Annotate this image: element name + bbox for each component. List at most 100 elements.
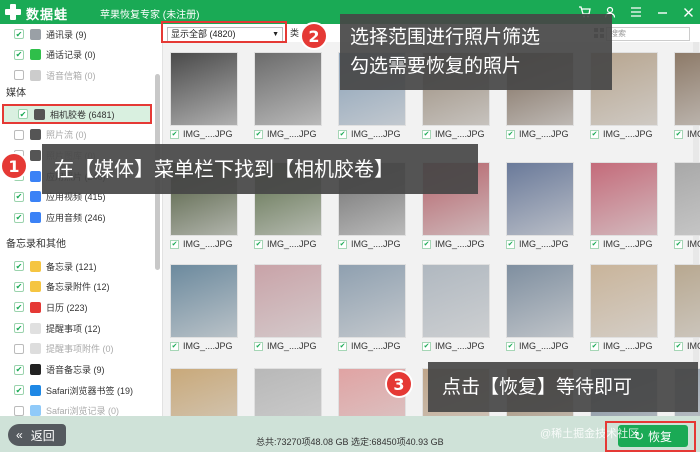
photo-thumbnail[interactable]: [506, 264, 574, 338]
photo-item[interactable]: ✔ IMG_....JPG: [674, 264, 700, 354]
sidebar-item[interactable]: ✔ 通讯录 (9): [0, 24, 155, 44]
photo-thumbnail[interactable]: [590, 162, 658, 236]
photo-item[interactable]: ✔ IMG_....JPG: [422, 264, 494, 354]
photo-thumbnail[interactable]: [674, 264, 700, 338]
sidebar-item-label: 通话记录 (0): [46, 50, 96, 61]
photo-thumbnail[interactable]: [338, 264, 406, 338]
sidebar-item[interactable]: ✔ Safari浏览器书签 (19): [0, 380, 155, 400]
photo-checkbox[interactable]: ✔: [674, 129, 683, 139]
sidebar-item[interactable]: ✔ 通话记录 (0): [0, 45, 155, 65]
photo-filename: IMG_....JPG: [603, 129, 653, 139]
photo-item[interactable]: ✔ IMG_....JPG: [590, 264, 662, 354]
sidebar-item-checkbox[interactable]: ✔: [14, 191, 24, 202]
sidebar-item-checkbox[interactable]: ✔: [14, 212, 24, 223]
photo-item[interactable]: ✔ IMG_....JPG: [590, 162, 662, 252]
sidebar-item-checkbox[interactable]: ✔: [14, 302, 24, 313]
photo-checkbox[interactable]: ✔: [674, 239, 683, 249]
photo-checkbox[interactable]: ✔: [422, 239, 431, 249]
photo-filename: IMG_....JPG: [183, 239, 233, 249]
sidebar-item[interactable]: 语音信箱 (0): [0, 65, 155, 85]
sidebar-item-checkbox[interactable]: [14, 405, 24, 416]
close-icon[interactable]: [680, 4, 696, 20]
sidebar-item[interactable]: 照片流 (0): [0, 125, 155, 145]
photo-filename: IMG_....JPG: [351, 341, 401, 351]
back-button[interactable]: « 返回: [8, 424, 66, 446]
photo-checkbox[interactable]: ✔: [338, 239, 347, 249]
sidebar-item-checkbox[interactable]: ✔: [18, 109, 28, 119]
photo-caption: ✔ IMG_....JPG: [170, 126, 242, 142]
photo-item[interactable]: [254, 368, 326, 416]
photo-thumbnail[interactable]: [254, 264, 322, 338]
photo-item[interactable]: ✔ IMG_....JPG: [506, 264, 578, 354]
photo-filename: IMG_....JPG: [267, 341, 317, 351]
photo-checkbox[interactable]: ✔: [422, 341, 431, 351]
photo-checkbox[interactable]: ✔: [422, 129, 431, 139]
sidebar-item-checkbox[interactable]: ✔: [14, 323, 24, 334]
photo-item[interactable]: ✔ IMG_....JPG: [170, 52, 242, 142]
photo-thumbnail[interactable]: [170, 264, 238, 338]
sidebar-item[interactable]: ✔ 备忘录附件 (12): [0, 277, 155, 297]
photo-checkbox[interactable]: ✔: [170, 341, 179, 351]
photo-item[interactable]: ✔ IMG_....JPG: [254, 52, 326, 142]
photo-item[interactable]: ✔ IMG_....JPG: [674, 162, 700, 252]
sidebar-item-label: 相机胶卷 (6481): [50, 109, 115, 120]
photo-caption: ✔ IMG_....JPG: [506, 338, 578, 354]
sidebar-item[interactable]: ✔ 提醒事项 (12): [0, 318, 155, 338]
photo-checkbox[interactable]: ✔: [506, 341, 515, 351]
sidebar-item-checkbox[interactable]: ✔: [14, 364, 24, 375]
sidebar-item[interactable]: Safari浏览记录 (0): [0, 401, 155, 416]
photo-checkbox[interactable]: ✔: [338, 129, 347, 139]
photo-thumbnail[interactable]: [170, 368, 238, 416]
search-input[interactable]: 搜索: [606, 27, 690, 41]
photo-checkbox[interactable]: ✔: [170, 239, 179, 249]
sidebar-item-checkbox[interactable]: ✔: [14, 29, 24, 39]
photo-checkbox[interactable]: ✔: [506, 129, 515, 139]
photo-item[interactable]: ✔ IMG_....JPG: [254, 264, 326, 354]
photo-item[interactable]: ✔ IMG_....JPG: [170, 264, 242, 354]
photo-thumbnail[interactable]: [506, 162, 574, 236]
sidebar-item-checkbox[interactable]: ✔: [14, 49, 24, 60]
photo-thumbnail[interactable]: [170, 52, 238, 126]
sidebar-item-checkbox[interactable]: [14, 70, 24, 81]
sidebar-item[interactable]: ✔ 相机胶卷 (6481): [2, 104, 152, 124]
category-memo: 备忘录和其他: [6, 239, 66, 250]
photo-checkbox[interactable]: ✔: [590, 129, 599, 139]
minimize-icon[interactable]: [654, 4, 670, 20]
photo-thumbnail[interactable]: [422, 264, 490, 338]
sidebar-item-checkbox[interactable]: [14, 129, 24, 140]
photo-thumbnail[interactable]: [674, 162, 700, 236]
sidebar-item[interactable]: 提醒事项附件 (0): [0, 339, 155, 359]
photo-checkbox[interactable]: ✔: [254, 129, 263, 139]
photo-checkbox[interactable]: ✔: [254, 341, 263, 351]
photo-thumbnail[interactable]: [674, 52, 700, 126]
photo-filename: IMG_....JPG: [267, 239, 317, 249]
photo-item[interactable]: ✔ IMG_....JPG: [674, 52, 700, 142]
photo-checkbox[interactable]: ✔: [674, 341, 683, 351]
sidebar-item-checkbox[interactable]: [14, 343, 24, 354]
photo-checkbox[interactable]: ✔: [254, 239, 263, 249]
photo-checkbox[interactable]: ✔: [338, 341, 347, 351]
photo-checkbox[interactable]: ✔: [590, 341, 599, 351]
photo-item[interactable]: ✔ IMG_....JPG: [506, 162, 578, 252]
sidebar-item[interactable]: ✔ 语音备忘录 (9): [0, 360, 155, 380]
photo-caption: ✔ IMG_....JPG: [170, 338, 242, 354]
sidebar-item[interactable]: ✔ 应用音频 (246): [0, 208, 155, 228]
photo-checkbox[interactable]: ✔: [590, 239, 599, 249]
sidebar-item-checkbox[interactable]: ✔: [14, 261, 24, 271]
photo-checkbox[interactable]: ✔: [506, 239, 515, 249]
photo-item[interactable]: [170, 368, 242, 416]
photo-thumbnail[interactable]: [590, 264, 658, 338]
sidebar-item[interactable]: ✔ 备忘录 (121): [0, 256, 155, 276]
photo-item[interactable]: ✔ IMG_....JPG: [338, 264, 410, 354]
step1-callout: 在【媒体】菜单栏下找到【相机胶卷】: [42, 144, 478, 194]
menu-icon[interactable]: [628, 4, 644, 20]
sidebar-item[interactable]: ✔ 日历 (223): [0, 297, 155, 317]
photo-checkbox[interactable]: ✔: [170, 129, 179, 139]
photo-filename: IMG_....JPG: [351, 129, 401, 139]
sidebar-item-checkbox[interactable]: ✔: [14, 281, 24, 292]
app-icon: [30, 69, 41, 81]
photo-thumbnail[interactable]: [254, 368, 322, 416]
sidebar-item-checkbox[interactable]: ✔: [14, 385, 24, 396]
photo-caption: ✔ IMG_....JPG: [590, 338, 662, 354]
photo-thumbnail[interactable]: [254, 52, 322, 126]
